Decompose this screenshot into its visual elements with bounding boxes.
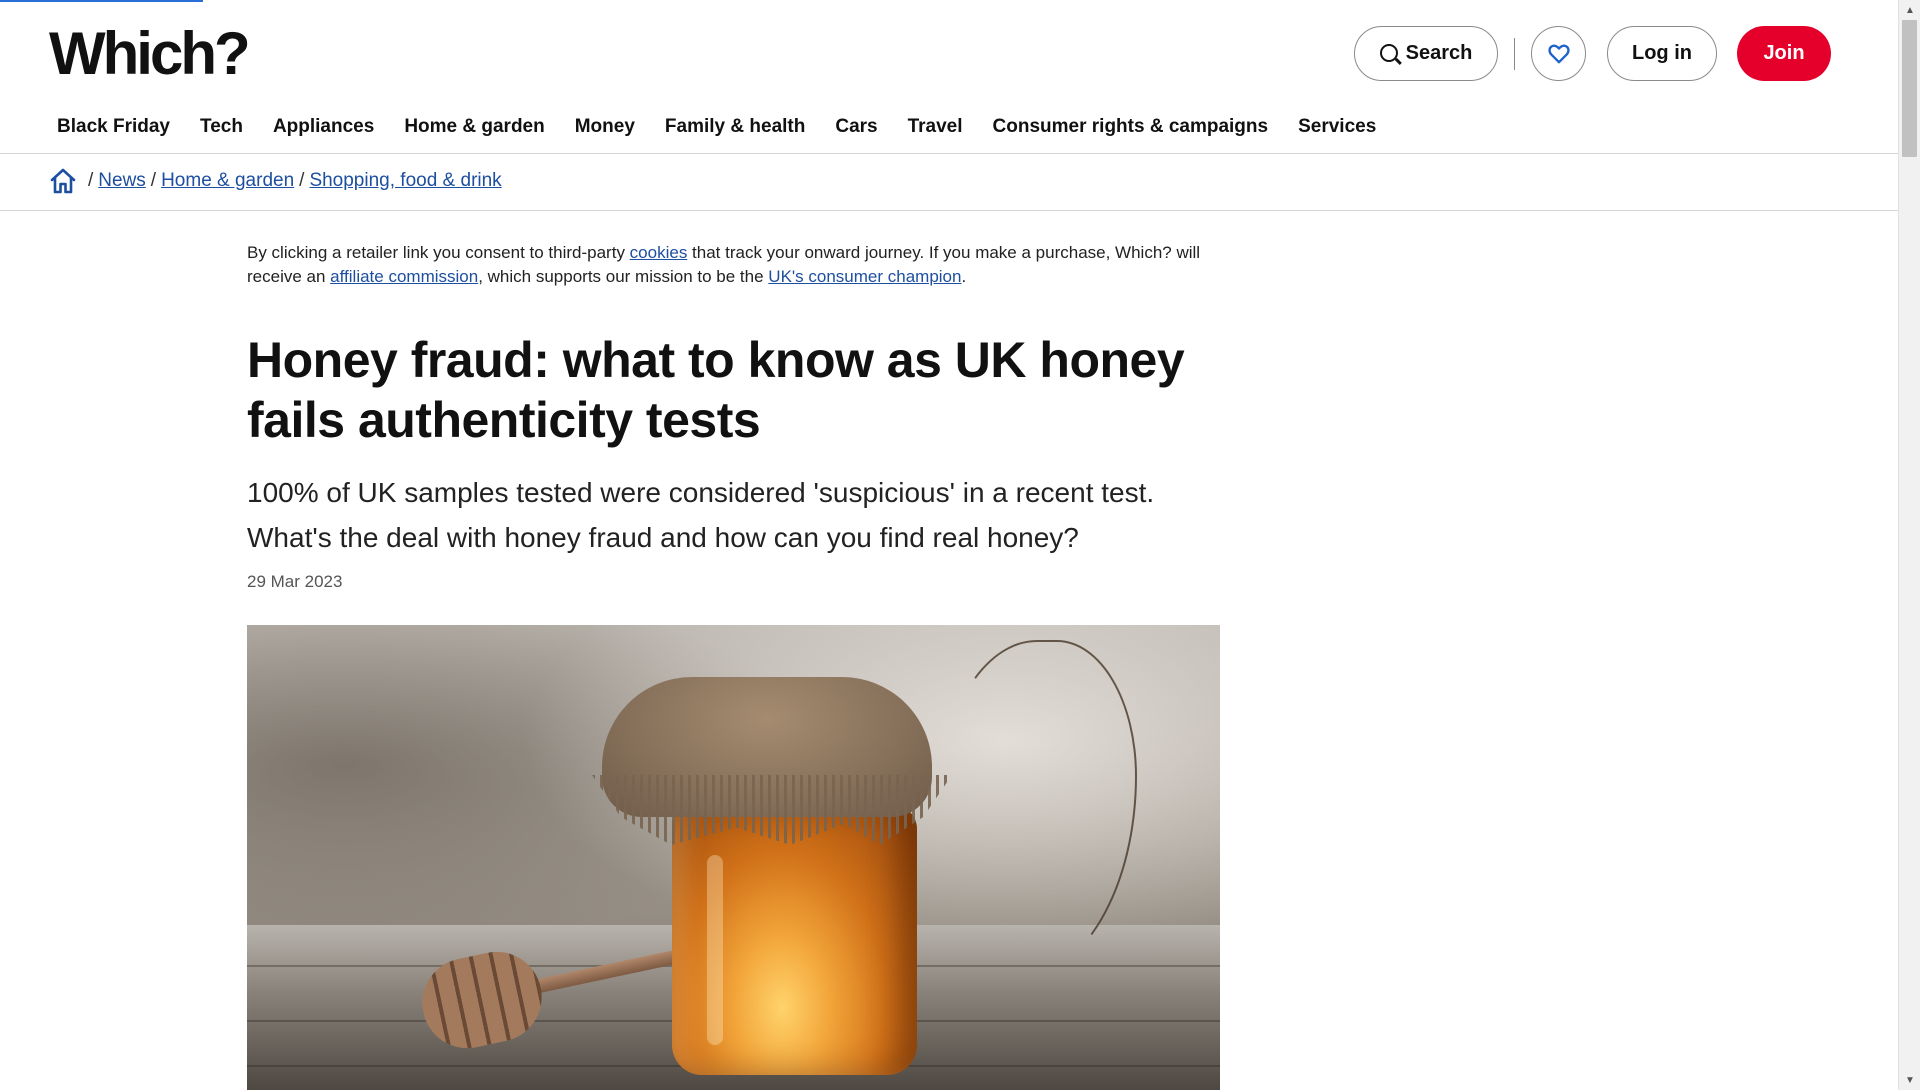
consumer-champion-link[interactable]: UK's consumer champion: [768, 267, 961, 286]
which-logo[interactable]: Which?: [49, 20, 251, 87]
breadcrumb-separator: /: [88, 170, 94, 191]
search-button[interactable]: Search: [1354, 26, 1498, 81]
favourites-button[interactable]: [1531, 26, 1586, 81]
scroll-up-arrow-icon[interactable]: ▲: [1899, 0, 1920, 20]
nav-item-money[interactable]: Money: [575, 116, 635, 138]
nav-item-cars[interactable]: Cars: [835, 116, 877, 138]
breadcrumb-separator: /: [150, 170, 157, 191]
affiliate-disclaimer: By clicking a retailer link you consent …: [247, 241, 1227, 289]
scroll-down-arrow-icon[interactable]: ▼: [1899, 1070, 1920, 1090]
login-button[interactable]: Log in: [1607, 26, 1717, 81]
article-date: 29 Mar 2023: [247, 572, 343, 591]
breadcrumb-home-garden[interactable]: Home & garden: [161, 170, 294, 192]
honey-jar-highlight: [707, 855, 723, 1045]
breadcrumb-news[interactable]: News: [98, 170, 146, 192]
header-actions: Search Log in Join: [1354, 26, 1831, 81]
affiliate-commission-link[interactable]: affiliate commission: [330, 267, 478, 286]
nav-item-home-garden[interactable]: Home & garden: [404, 116, 544, 138]
nav-item-black-friday[interactable]: Black Friday: [57, 116, 170, 138]
disclaimer-text: , which supports our mission to be the: [478, 267, 769, 286]
nav-item-appliances[interactable]: Appliances: [273, 116, 374, 138]
scrollbar-thumb[interactable]: [1902, 20, 1917, 157]
breadcrumb-separator: /: [299, 170, 305, 191]
search-button-label: Search: [1405, 42, 1473, 64]
disclaimer-text: By clicking a retailer link you consent …: [247, 243, 630, 262]
nav-item-consumer-rights[interactable]: Consumer rights & campaigns: [993, 116, 1269, 138]
heart-icon: [1547, 44, 1570, 63]
breadcrumb-shopping-food-drink[interactable]: Shopping, food & drink: [309, 170, 501, 192]
breadcrumb: / News / Home & garden / Shopping, food …: [49, 168, 502, 194]
search-icon: [1379, 43, 1398, 62]
disclaimer-text: .: [961, 267, 967, 286]
page-scrollbar[interactable]: ▲ ▼: [1898, 0, 1920, 1090]
nav-item-tech[interactable]: Tech: [200, 116, 243, 138]
site-header: Which? Search Log in Join Black Friday T…: [0, 0, 1898, 154]
cookies-link[interactable]: cookies: [630, 243, 688, 262]
main-nav: Black Friday Tech Appliances Home & gard…: [57, 116, 1406, 138]
header-divider: [1514, 37, 1515, 70]
join-button[interactable]: Join: [1737, 26, 1831, 81]
article-headline: Honey fraud: what to know as UK honey fa…: [247, 332, 1185, 448]
nav-item-services[interactable]: Services: [1298, 116, 1376, 138]
logo-wordmark: Which?: [49, 20, 251, 87]
article-standfirst: 100% of UK samples tested were considere…: [247, 477, 1155, 553]
hero-image-honey-jar: [247, 625, 1220, 1090]
breadcrumb-divider: [0, 210, 1898, 211]
home-icon[interactable]: [49, 168, 77, 194]
nav-item-travel[interactable]: Travel: [908, 116, 963, 138]
nav-item-family-health[interactable]: Family & health: [665, 116, 805, 138]
